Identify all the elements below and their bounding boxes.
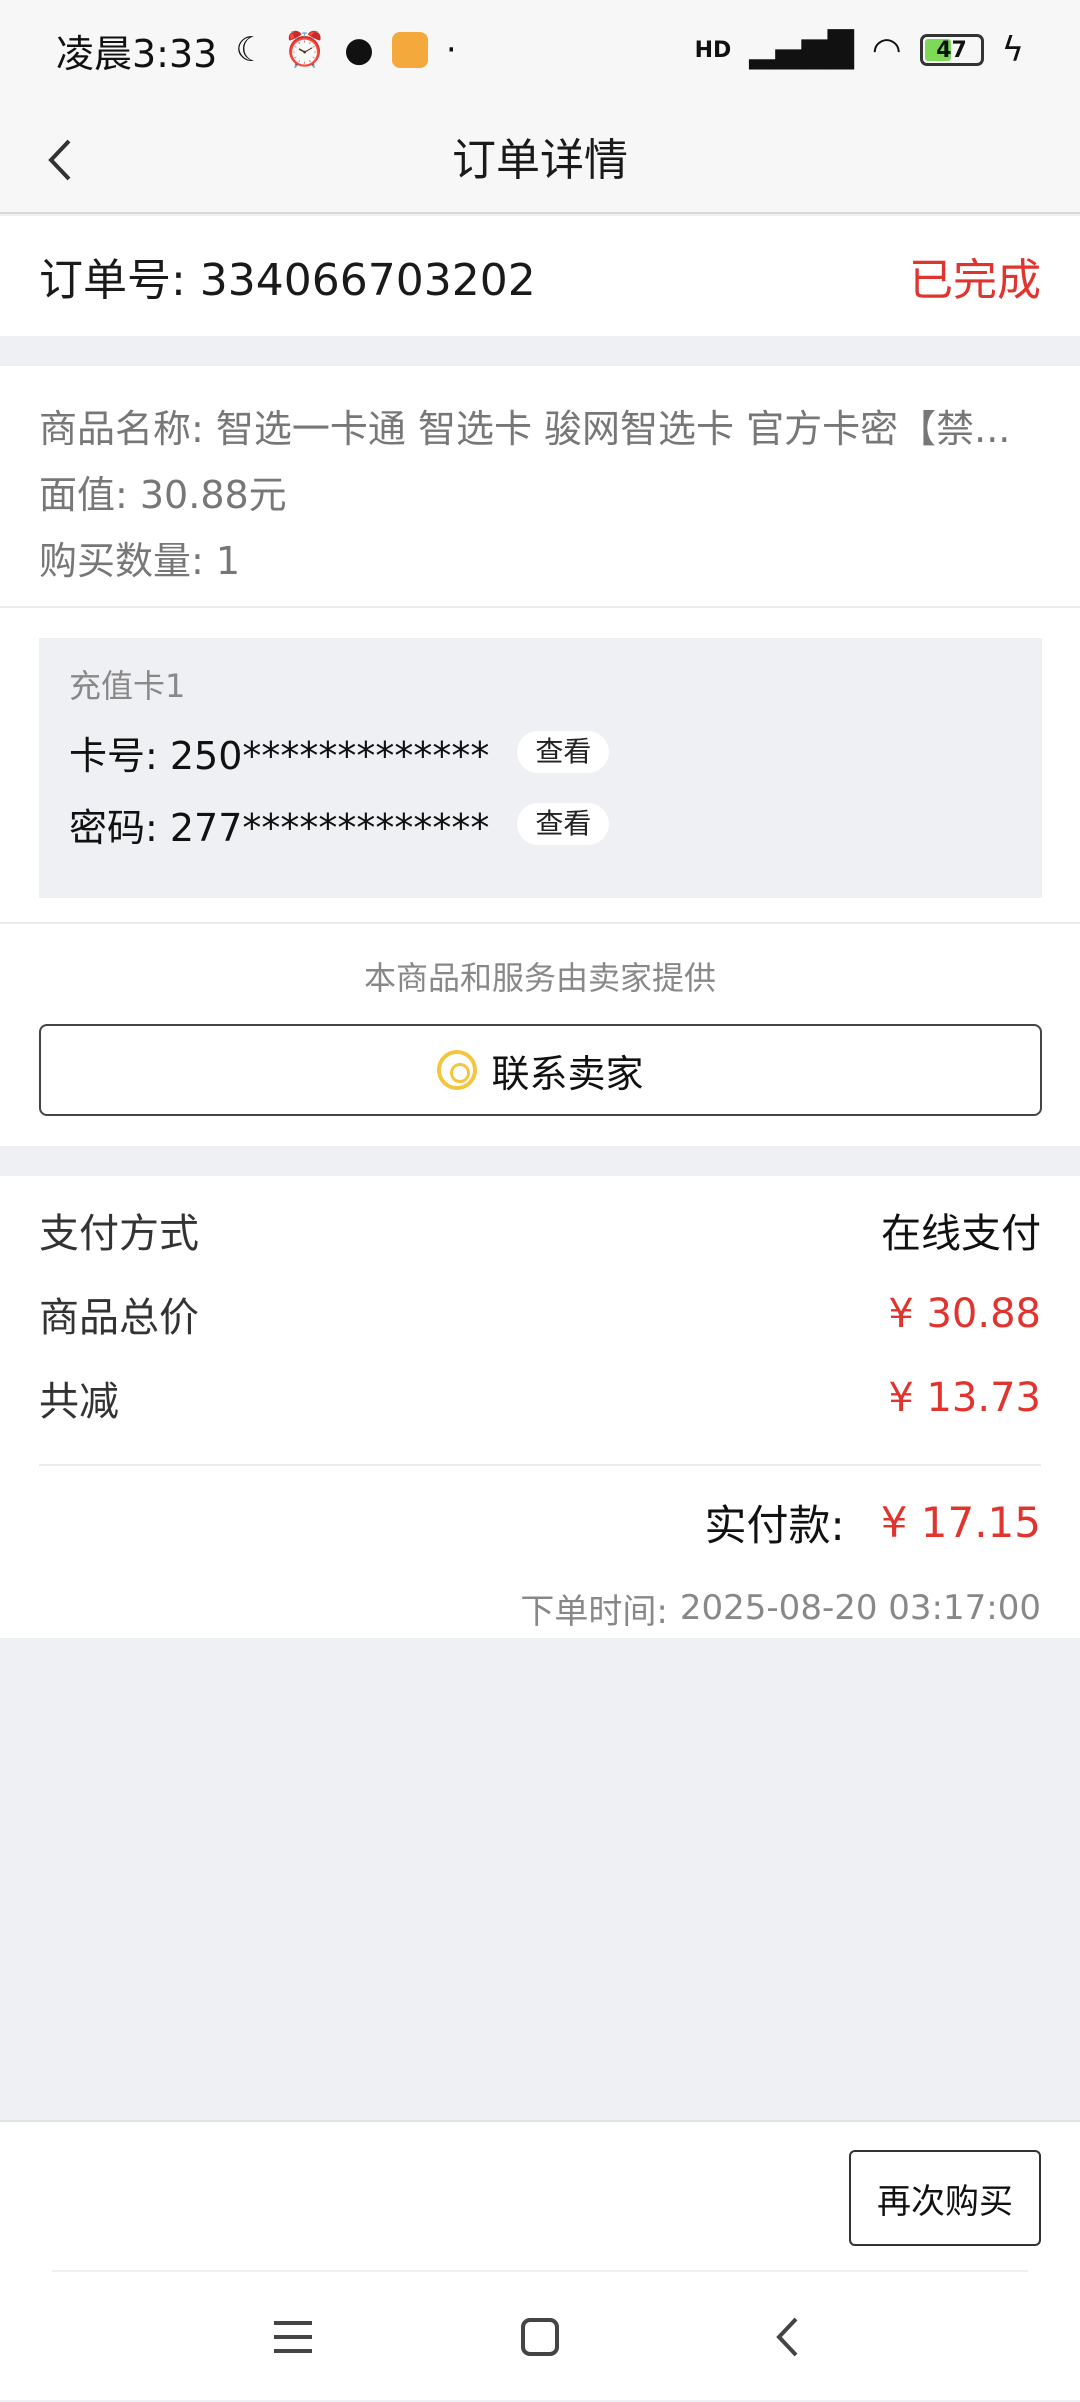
order-number-row: 订单号: 334066703202 已完成	[0, 216, 1080, 336]
back-button[interactable]	[30, 130, 90, 190]
actual-payment-value: ¥ 17.15	[880, 1497, 1041, 1547]
card-password: 密码: 277*************	[69, 805, 490, 850]
seller-note: 本商品和服务由卖家提供	[363, 959, 716, 997]
total-price-value: ¥ 30.88	[888, 1291, 1041, 1337]
recharge-card-section: 充值卡1 卡号: 250************* 查看 密码: 277****…	[0, 606, 1080, 924]
contact-seller-button[interactable]: 联系卖家	[39, 1024, 1042, 1116]
battery-level: 47	[936, 37, 967, 63]
recharge-card-box: 充值卡1 卡号: 250************* 查看 密码: 277****…	[39, 638, 1042, 898]
alarm-icon: ⏰	[283, 30, 327, 70]
view-password-button[interactable]: 查看	[517, 803, 610, 845]
charging-icon: ϟ	[1001, 30, 1024, 70]
payment-method-value: 在线支付	[881, 1211, 1041, 1257]
order-status-badge: 已完成	[909, 255, 1041, 306]
status-bar: 凌晨3:33 ☾ ⏰ ● · HD ▂▄▆█ ◠ 47 ϟ	[0, 0, 1080, 100]
goods-info: 商品名称: 智选一卡通 智选卡 骏网智选卡 官方卡密【禁... 面值: 30.8…	[0, 366, 1080, 606]
goods-face-value: 面值: 30.88元	[39, 473, 287, 517]
signal-icon: ▂▄▆█	[749, 30, 854, 70]
recharge-card-title: 充值卡1	[69, 667, 186, 705]
app-badge-icon	[391, 32, 428, 68]
discount-row: 共减 ¥ 13.73	[39, 1356, 1041, 1440]
page-title: 订单详情	[452, 135, 628, 186]
order-number: 订单号: 334066703202	[39, 255, 536, 306]
chevron-left-icon	[48, 139, 71, 181]
card-number-row: 卡号: 250************* 查看	[69, 718, 1012, 786]
discount-label: 共减	[39, 1379, 119, 1425]
contact-seller-label: 联系卖家	[491, 1051, 644, 1096]
discount-value: ¥ 13.73	[888, 1375, 1041, 1421]
moon-icon: ☾	[235, 30, 266, 70]
app-notification-icon: ●	[344, 30, 374, 70]
actual-payment-row: 实付款: ¥ 17.15	[39, 1466, 1041, 1578]
order-time-value: 2025-08-20 03:17:00	[679, 1588, 1041, 1628]
back-arrow-icon	[775, 2317, 798, 2357]
menu-button[interactable]	[253, 2297, 333, 2377]
goods-name: 商品名称: 智选一卡通 智选卡 骏网智选卡 官方卡密【禁...	[39, 407, 1011, 451]
password-row: 密码: 277************* 查看	[69, 790, 1012, 858]
home-button[interactable]	[500, 2297, 580, 2377]
system-back-button[interactable]	[747, 2297, 827, 2377]
seller-section: 本商品和服务由卖家提供 联系卖家	[0, 924, 1080, 1146]
payment-method-row: 支付方式 在线支付	[39, 1188, 1041, 1272]
chat-icon	[437, 1050, 478, 1090]
order-time-label: 下单时间:	[520, 1591, 668, 1632]
system-navigation	[0, 2272, 1080, 2402]
payment-section: 支付方式 在线支付 商品总价 ¥ 30.88 共减 ¥ 13.73 实付款: ¥…	[0, 1176, 1080, 1638]
header-bar: 订单详情	[0, 100, 1080, 214]
bottom-action-bar: 再次购买	[0, 2120, 1080, 2400]
view-card-number-button[interactable]: 查看	[517, 731, 610, 773]
wifi-icon: ◠	[871, 30, 902, 70]
status-time: 凌晨3:33	[56, 31, 218, 76]
goods-quantity: 购买数量: 1	[39, 539, 241, 583]
home-icon	[520, 2318, 559, 2356]
payment-method-label: 支付方式	[39, 1211, 199, 1257]
total-price-label: 商品总价	[39, 1295, 199, 1341]
card-number: 卡号: 250*************	[69, 733, 490, 778]
rebuy-button[interactable]: 再次购买	[849, 2150, 1041, 2246]
dot-icon: ·	[445, 30, 457, 70]
menu-icon	[274, 2321, 313, 2353]
total-price-row: 商品总价 ¥ 30.88	[39, 1272, 1041, 1356]
actual-payment-label: 实付款:	[704, 1500, 845, 1550]
battery-icon: 47	[919, 34, 984, 66]
network-hd-label: HD	[694, 37, 732, 63]
order-time-row: 下单时间: 2025-08-20 03:17:00	[39, 1578, 1041, 1638]
